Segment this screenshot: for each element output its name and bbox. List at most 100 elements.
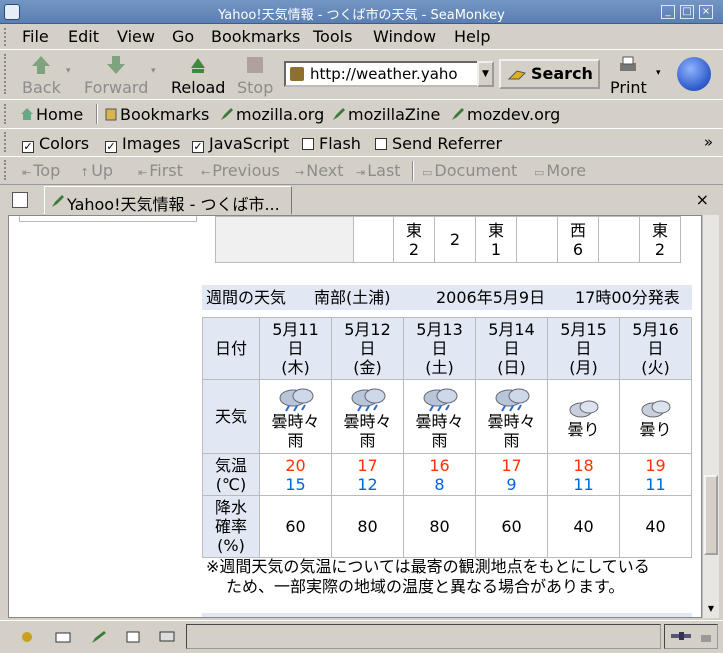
bookmark-link-icon — [452, 108, 464, 120]
images-checkbox[interactable]: ✓ Images — [105, 134, 180, 153]
throbber-logo-icon[interactable] — [677, 57, 711, 91]
home-button[interactable]: Home — [20, 105, 83, 124]
security-lock-icon — [701, 635, 711, 642]
bookmark-mozillazine[interactable]: mozillaZine — [332, 105, 440, 124]
first-icon: ⇤ — [138, 166, 148, 179]
toolbar-separator — [412, 161, 414, 181]
toolbar-grip[interactable] — [4, 54, 10, 94]
menu-bookmarks[interactable]: Bookmarks — [211, 27, 300, 46]
document-icon: ▭ — [422, 166, 433, 179]
chevron-more-icon[interactable]: » — [704, 133, 713, 151]
date-cell: 5月11 日 (木) — [259, 317, 332, 380]
print-button[interactable]: Print — [610, 54, 647, 97]
print-dropdown[interactable]: ▾ — [656, 68, 661, 78]
checkmark-icon: ✓ — [192, 140, 204, 153]
weather-cell: 曇時々雨 — [475, 379, 548, 454]
bookmark-mozdev-org[interactable]: mozdev.org — [451, 105, 560, 124]
close-tab-button[interactable]: × — [696, 190, 709, 209]
send-referrer-checkbox[interactable]: Send Referrer — [375, 134, 502, 153]
cloud-icon — [569, 400, 598, 418]
menu-tools[interactable]: Tools — [313, 27, 352, 46]
status-text-panel — [186, 624, 661, 649]
temperature-note: ※週間天気の気温については最寄の観測地点をもとにしている ため、一部実際の地域の… — [206, 557, 650, 596]
navigator-icon[interactable] — [18, 629, 36, 645]
search-button[interactable]: Search — [499, 59, 600, 89]
stop-button[interactable]: Stop — [237, 54, 273, 97]
new-tab-icon[interactable] — [12, 192, 28, 208]
url-input[interactable]: http://weather.yaho — [284, 61, 494, 87]
prefbar-toolbar: ✓ Colors ✓ Images ✓ JavaScript Flash Send R… — [0, 128, 723, 155]
temperature-cell: 16 8 — [403, 453, 476, 496]
sitenav-top[interactable]: ⇤ Top — [22, 161, 60, 180]
sitenav-previous[interactable]: ← Previous — [201, 161, 280, 180]
toolbar-separator — [96, 104, 98, 124]
composer-icon[interactable] — [90, 629, 108, 645]
date-row: 日付 5月11 日 (木) 5月12 日 (金) 5月13 日 (土) 5月14 日 (日) 5… — [202, 317, 692, 380]
toolbar-grip[interactable] — [4, 160, 10, 180]
wind-cell — [598, 216, 640, 263]
url-history-dropdown[interactable]: ▼ — [477, 61, 494, 87]
menu-window[interactable]: Window — [373, 27, 436, 46]
toolbar-grip[interactable] — [4, 28, 10, 46]
temperature-cell: 17 9 — [475, 453, 548, 496]
sitenav-last[interactable]: ⇥ Last — [356, 161, 401, 180]
maximize-button[interactable]: □ — [680, 5, 694, 19]
scrollbar-thumb[interactable] — [704, 475, 718, 555]
temperature-cell: 19 11 — [619, 453, 692, 496]
wind-cell: 東2 — [639, 216, 681, 263]
back-arrow-icon — [32, 56, 51, 74]
wind-spacer-cell — [353, 216, 394, 263]
vertical-scrollbar[interactable]: ▼ — [702, 215, 719, 618]
date-cell: 5月12 日 (金) — [331, 317, 404, 380]
menu-help[interactable]: Help — [454, 27, 490, 46]
connection-plug-icon[interactable] — [669, 629, 693, 643]
scroll-down-arrow-icon[interactable]: ▼ — [704, 602, 718, 616]
address-book-icon[interactable] — [124, 629, 142, 645]
sitenav-more[interactable]: ▭ More — [534, 161, 586, 180]
weekly-issued: 17時00分発表 — [575, 288, 680, 307]
tab-yahoo-weather[interactable]: Yahoo!天気情報 - つくば市... — [44, 186, 292, 214]
sitenav-first[interactable]: ⇤ First — [138, 161, 183, 180]
minimize-button[interactable]: _ — [661, 5, 675, 19]
precipitation-row: 降水 確率 (%) 60 80 80 60 40 40 — [202, 495, 692, 558]
cloud-rain-icon — [351, 388, 385, 412]
toolbar-grip[interactable] — [4, 132, 10, 152]
forward-button[interactable]: Forward — [84, 54, 148, 97]
flash-checkbox[interactable]: Flash — [302, 134, 361, 153]
menu-view[interactable]: View — [117, 27, 155, 46]
navigation-toolbar: Back ▾ Forward ▾ Reload Stop http://weat… — [0, 49, 723, 99]
sitenav-up[interactable]: ↑ Up — [80, 161, 113, 180]
precipitation-cell: 60 — [259, 495, 332, 558]
back-dropdown[interactable]: ▾ — [66, 66, 71, 76]
back-button[interactable]: Back — [22, 54, 61, 97]
sitenav-document[interactable]: ▭ Document — [422, 161, 517, 180]
toolbar-grip[interactable] — [4, 104, 10, 124]
menu-file[interactable]: File — [22, 27, 49, 46]
wind-row: 東2 2 東1 西6 東2 — [215, 216, 681, 263]
window-title: Yahoo!天気情報 - つくば市の天気 - SeaMonkey — [218, 8, 505, 23]
colors-checkbox[interactable]: ✓ Colors — [22, 134, 89, 153]
precipitation-label: 降水 確率 (%) — [202, 495, 260, 558]
sitenav-next[interactable]: → Next — [295, 161, 344, 180]
menu-go[interactable]: Go — [172, 27, 194, 46]
bookmark-link-icon — [52, 195, 64, 207]
bookmarks-button[interactable]: Bookmarks — [104, 105, 209, 124]
weather-cell: 曇時々雨 — [403, 379, 476, 454]
reload-button[interactable]: Reload — [171, 54, 225, 97]
irc-chat-icon[interactable] — [158, 629, 176, 645]
mail-icon[interactable] — [54, 629, 72, 645]
previous-icon: ← — [201, 166, 211, 179]
precipitation-cell: 80 — [331, 495, 404, 558]
weather-cell: 曇り — [547, 379, 620, 454]
wind-cell: 2 — [434, 216, 476, 263]
menu-edit[interactable]: Edit — [68, 27, 99, 46]
checkmark-icon: ✓ — [22, 140, 34, 153]
javascript-checkbox[interactable]: ✓ JavaScript — [192, 134, 289, 153]
wind-cell: 東1 — [475, 216, 517, 263]
bookmark-mozilla-org[interactable]: mozilla.org — [220, 105, 324, 124]
wind-cell: 東2 — [393, 216, 435, 263]
up-icon: ↑ — [80, 166, 90, 179]
forward-dropdown[interactable]: ▾ — [151, 66, 156, 76]
close-window-button[interactable]: × — [699, 5, 713, 19]
weekly-title: 週間の天気 — [206, 288, 287, 307]
